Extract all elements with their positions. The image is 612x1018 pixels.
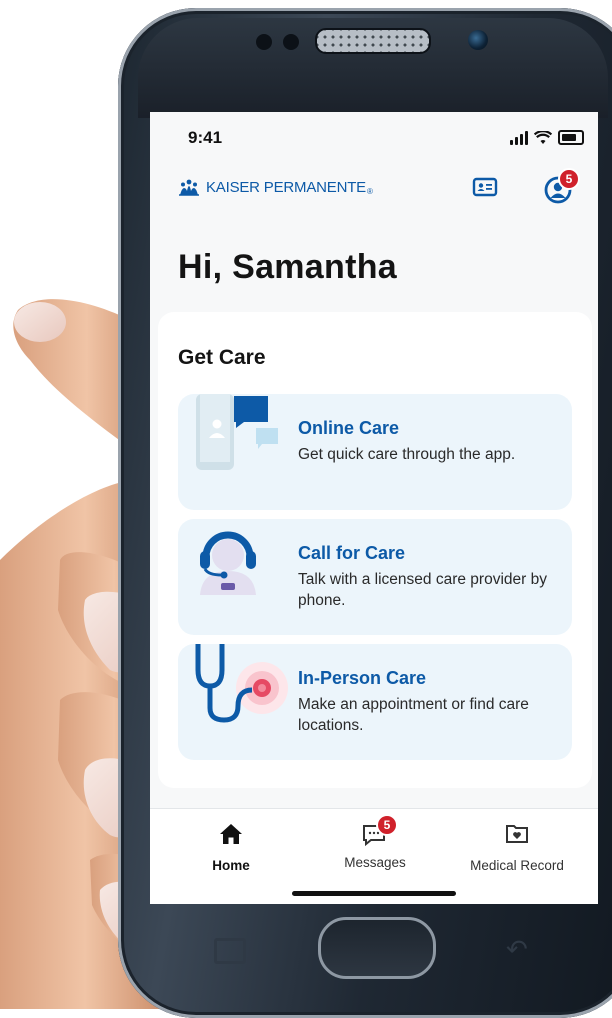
profile-badge: 5 — [558, 168, 580, 190]
profile-button[interactable]: 5 — [544, 168, 580, 209]
front-camera — [468, 30, 488, 50]
recent-apps-key — [214, 938, 246, 964]
online-care-description: Get quick care through the app. — [298, 446, 516, 463]
nav-messages[interactable]: 5 Messages — [340, 814, 410, 870]
status-time: 9:41 — [188, 128, 223, 147]
status-bar: 9:41 — [150, 112, 598, 162]
nav-messages-label: Messages — [344, 855, 406, 870]
call-for-care-description: Talk with a licensed care provider by ph… — [298, 571, 547, 609]
call-for-care-title: Call for Care — [298, 543, 406, 563]
hardware-home-button — [318, 917, 436, 979]
home-icon — [220, 824, 242, 844]
in-person-care-description: Make an appointment or find care locatio… — [298, 696, 529, 734]
bottom-nav: Home 5 Messages Medical Record — [150, 808, 598, 904]
brand-logo: KAISER PERMANENTE ® — [178, 178, 373, 196]
earpiece-speaker — [315, 28, 431, 54]
greeting-heading: Hi, Samantha — [178, 248, 397, 286]
get-care-panel: Get Care Online Care Get quick care thro… — [158, 312, 592, 788]
medical-record-icon — [506, 825, 528, 843]
call-for-care-icon — [200, 531, 256, 595]
id-card-icon — [472, 177, 498, 197]
in-person-care-card[interactable]: In-Person Care Make an appointment or fi… — [178, 644, 572, 760]
stethoscope-icon — [195, 644, 288, 723]
online-care-card[interactable]: Online Care Get quick care through the a… — [178, 394, 572, 510]
get-care-title: Get Care — [178, 346, 266, 369]
messages-badge: 5 — [376, 814, 398, 836]
home-indicator — [292, 891, 456, 896]
online-care-icon — [196, 394, 278, 470]
nav-medical-record[interactable]: Medical Record — [468, 823, 566, 873]
nav-home-label: Home — [212, 858, 250, 873]
wifi-icon — [534, 131, 552, 144]
nav-medical-record-label: Medical Record — [470, 858, 564, 873]
status-icons — [510, 130, 584, 145]
app-screen: 9:41 KAISER PERMANENTE ® 5 Hi, Samantha … — [150, 112, 598, 904]
battery-icon — [558, 130, 584, 145]
app-header: KAISER PERMANENTE ® 5 — [150, 166, 598, 216]
signal-icon — [510, 131, 528, 145]
registered-mark: ® — [366, 186, 373, 196]
sensor-dot — [256, 34, 272, 50]
call-for-care-card[interactable]: Call for Care Talk with a licensed care … — [178, 519, 572, 635]
nav-home[interactable]: Home — [206, 823, 256, 873]
back-key: ↶ — [506, 934, 528, 964]
kp-logo-icon — [179, 179, 199, 196]
in-person-care-title: In-Person Care — [298, 668, 427, 688]
sensor-dot — [283, 34, 299, 50]
member-id-card-button[interactable] — [472, 176, 498, 203]
brand-name: KAISER PERMANENTE — [206, 178, 366, 196]
online-care-title: Online Care — [298, 418, 400, 438]
